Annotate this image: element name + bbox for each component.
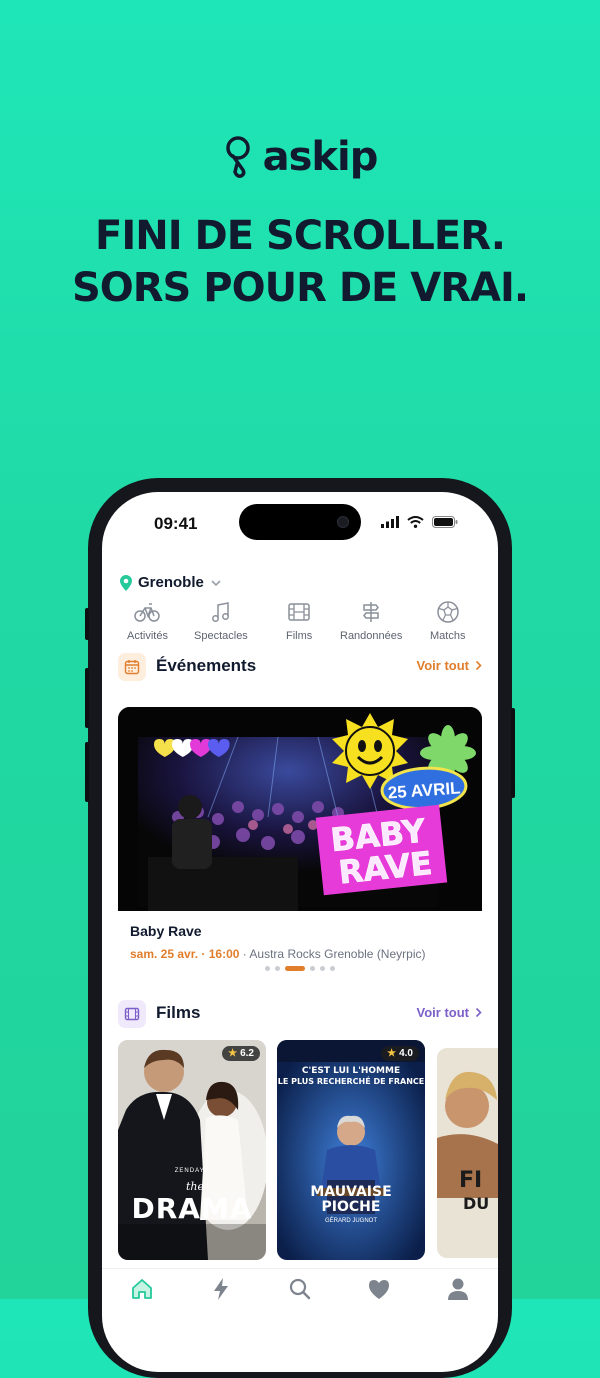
- brand-name: askip: [262, 134, 379, 180]
- carousel-pagination: [102, 966, 498, 971]
- status-bar: 09:41: [102, 492, 498, 554]
- phone-power-button: [511, 708, 515, 798]
- headline-line-1: FINI DE SCROLLER.: [95, 213, 506, 259]
- category-label: Matchs: [430, 630, 466, 642]
- category-label: Films: [286, 630, 313, 642]
- phone-volume-up: [85, 668, 89, 728]
- film-title-line-2: PIOCHE: [321, 1199, 381, 1215]
- category-matchs[interactable]: Matchs: [430, 600, 465, 642]
- heart-icon: [369, 1280, 389, 1299]
- rating-badge: ★ 4.0: [381, 1046, 419, 1061]
- film-title-line-1: FI: [459, 1168, 483, 1193]
- category-label: Spectacles: [194, 630, 248, 642]
- phone-frame: 09:41 Grenoble Activités Spectacles Film…: [85, 478, 515, 1378]
- carousel-dot[interactable]: [330, 966, 335, 971]
- ticket-icon: [102, 600, 108, 624]
- city-name: Grenoble: [138, 574, 204, 591]
- film-title-line-2: DU: [463, 1194, 490, 1213]
- carousel-dot-active[interactable]: [285, 966, 305, 971]
- see-all-label: Voir tout: [416, 1005, 469, 1020]
- events-section-header: Événements Voir tout: [118, 653, 482, 681]
- films-title: Films: [156, 1003, 201, 1022]
- tab-search[interactable]: [285, 1274, 315, 1304]
- carousel-dot[interactable]: [275, 966, 280, 971]
- film-poster-drama[interactable]: ZENDAYA the DRAMA ★ 6.2: [118, 1040, 266, 1260]
- map-pin-icon: [120, 574, 132, 591]
- film-icon: [288, 603, 310, 621]
- tab-home[interactable]: [127, 1274, 157, 1304]
- music-note-icon: [211, 602, 229, 622]
- ball-icon: [436, 601, 459, 623]
- event-venue: · Austra Rocks Grenoble (Neyrpic): [239, 947, 426, 961]
- bottom-tab-bar: [102, 1268, 498, 1328]
- headline-line-2: SORS POUR DE VRAI.: [71, 265, 529, 311]
- tab-profile[interactable]: [443, 1274, 473, 1304]
- dynamic-island: [239, 504, 361, 540]
- calendar-icon: [118, 653, 146, 681]
- events-title: Événements: [156, 656, 257, 675]
- tab-favorites[interactable]: [364, 1274, 394, 1304]
- star-icon: ★: [228, 1048, 238, 1059]
- film-tagline-line-2: LE PLUS RECHERCHÉ DE FRANCE: [277, 1077, 425, 1086]
- film-tagline-line-1: C'EST LUI L'HOMME: [301, 1066, 401, 1076]
- film-director: GÉRARD JUGNOT: [324, 1218, 377, 1224]
- events-see-all-link[interactable]: Voir tout: [417, 658, 482, 673]
- user-icon: [448, 1278, 468, 1300]
- app-screen: 09:41 Grenoble Activités Spectacles Film…: [102, 492, 498, 1372]
- see-all-label: Voir tout: [416, 658, 469, 673]
- home-icon: [132, 1279, 152, 1299]
- status-icons: [381, 516, 458, 528]
- event-date: sam. 25 avr. · 16:00: [130, 947, 240, 961]
- category-label: Randonnées: [340, 630, 403, 642]
- signal-icon: [381, 516, 399, 528]
- event-poster: 25 AVRIL BABY RAVE: [118, 707, 482, 911]
- chevron-down-icon: [211, 579, 221, 586]
- brand-logo: askip: [0, 134, 600, 180]
- carousel-dot[interactable]: [310, 966, 315, 971]
- rating-badge: ★ 6.2: [222, 1046, 260, 1061]
- chevron-right-icon: [475, 1007, 482, 1018]
- phone-volume-down: [85, 742, 89, 802]
- phone-side-button: [85, 608, 89, 640]
- status-time: 09:41: [154, 514, 198, 533]
- event-card[interactable]: 25 AVRIL BABY RAVE Baby Rave sam. 25 avr…: [118, 707, 482, 993]
- film-poster-mauvaise-pioche[interactable]: C'EST LUI L'HOMME LE PLUS RECHERCHÉ DE F…: [277, 1040, 425, 1260]
- category-tickets[interactable]: ts: [102, 600, 108, 642]
- films-section-header: Films Voir tout: [118, 1000, 482, 1028]
- location-pin-icon: [225, 136, 250, 178]
- category-spectacles[interactable]: Spectacles: [194, 600, 248, 642]
- location-selector[interactable]: Grenoble: [120, 574, 222, 591]
- event-title: Baby Rave: [130, 923, 202, 939]
- signpost-icon: [363, 602, 380, 622]
- wifi-icon: [407, 516, 424, 528]
- event-meta: sam. 25 avr. · 16:00 · Austra Rocks Gren…: [130, 947, 425, 961]
- film-cast: ZENDAYA: [174, 1168, 210, 1174]
- film-title: DRAMA: [131, 1192, 253, 1225]
- category-randonnees[interactable]: Randonnées: [340, 600, 402, 642]
- rating-value: 4.0: [399, 1048, 413, 1059]
- star-icon: ★: [387, 1048, 397, 1059]
- carousel-dot[interactable]: [265, 966, 270, 971]
- chevron-right-icon: [475, 660, 482, 671]
- film-section-icon: [118, 1000, 146, 1028]
- tab-flash[interactable]: [206, 1274, 236, 1304]
- headline: FINI DE SCROLLER. SORS POUR DE VRAI.: [0, 210, 600, 314]
- battery-icon: [432, 516, 458, 528]
- camera-icon: [337, 516, 349, 528]
- category-label: Activités: [127, 630, 168, 642]
- films-see-all-link[interactable]: Voir tout: [417, 1005, 482, 1020]
- carousel-dot[interactable]: [320, 966, 325, 971]
- category-scroller[interactable]: ts Activités Spectacles: [102, 600, 498, 650]
- bike-icon: [134, 603, 161, 622]
- film-title-line-1: MAUVAISE: [310, 1184, 392, 1200]
- rating-value: 6.2: [240, 1048, 254, 1059]
- tabbar-divider: [102, 1268, 498, 1269]
- film-poster-partial[interactable]: FI DU: [437, 1048, 498, 1258]
- search-icon: [289, 1278, 311, 1300]
- category-films[interactable]: Films: [286, 600, 312, 642]
- lightning-icon: [214, 1278, 228, 1300]
- category-activites[interactable]: Activités: [127, 600, 168, 642]
